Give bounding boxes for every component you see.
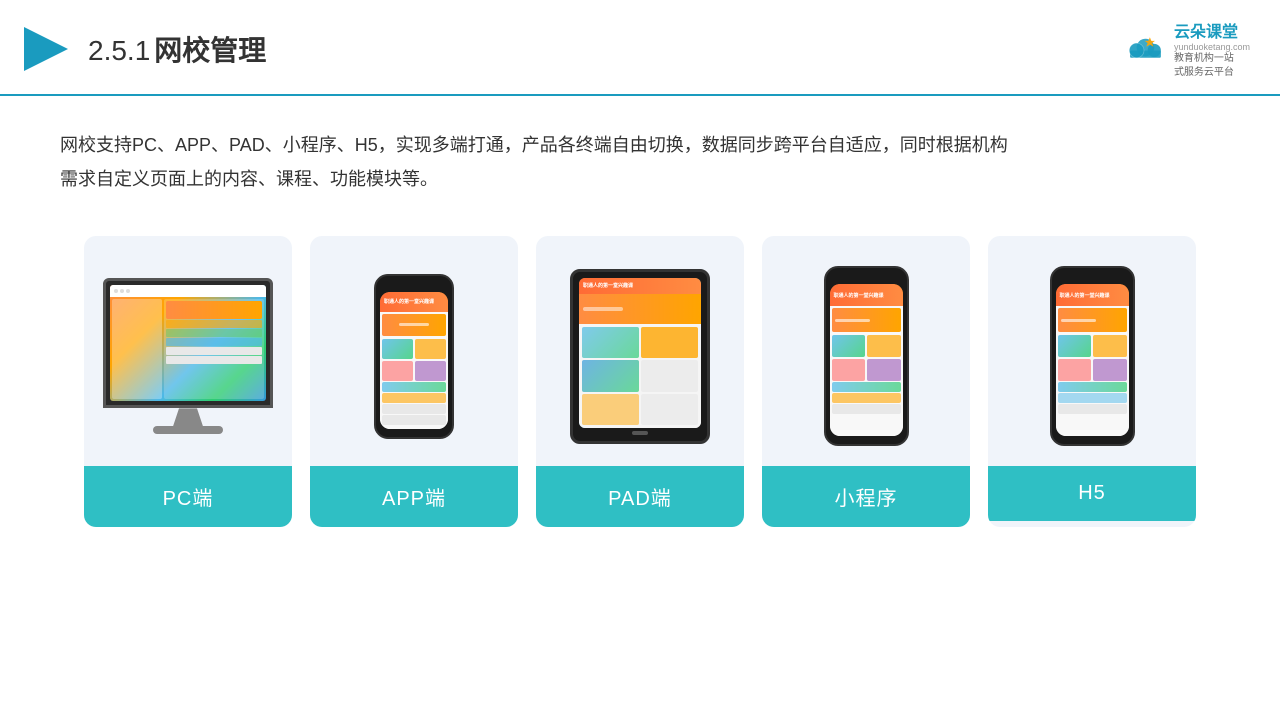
app-label: APP端 [310,466,518,527]
tablet-mockup: 职通人的第一堂兴趣课 [570,269,710,444]
description-area: 网校支持PC、APP、PAD、小程序、H5，实现多端打通，产品各终端自由切换，数… [0,96,1280,216]
tablet-home-btn [632,431,648,435]
pc-label: PC端 [84,466,292,527]
device-card-pad: 职通人的第一堂兴趣课 PAD端 [536,236,744,527]
device-cards-container: PC端 职通人的第一堂兴趣课 [0,216,1280,557]
tablet-screen: 职通人的第一堂兴趣课 [579,278,701,428]
app-image-area: 职通人的第一堂兴趣课 [310,236,518,466]
miniprogram-label: 小程序 [762,466,970,527]
phone-mockup-app: 职通人的第一堂兴趣课 [374,274,454,439]
page-title: 2.5.1网校管理 [88,29,266,69]
phone-mockup-h5: 职通人的第一堂兴趣课 [1050,266,1135,446]
device-card-h5: 职通人的第一堂兴趣课 [988,236,1196,527]
phone-screen-mini: 职通人的第一堂兴趣课 [830,284,903,436]
pc-image-area [84,236,292,466]
page-header: 2.5.1网校管理 云朵课堂 yunduoketang.com 教育机构一站 式… [0,0,1280,96]
miniprogram-image-area: 职通人的第一堂兴趣课 [762,236,970,466]
logo-area: 云朵课堂 yunduoketang.com 教育机构一站 式服务云平台 [1122,18,1250,80]
phone-notch [400,280,428,288]
phone-screen-h5: 职通人的第一堂兴趣课 [1056,284,1129,436]
device-card-app: 职通人的第一堂兴趣课 [310,236,518,527]
play-icon [20,23,72,75]
device-card-miniprogram: 职通人的第一堂兴趣课 [762,236,970,527]
h5-label: H5 [988,466,1196,521]
phone-notch-mini [852,272,880,280]
pad-image-area: 职通人的第一堂兴趣课 [536,236,744,466]
description-text-1: 网校支持PC、APP、PAD、小程序、H5，实现多端打通，产品各终端自由切换，数… [60,128,1220,162]
description-text-2: 需求自定义页面上的内容、课程、功能模块等。 [60,162,1220,196]
h5-image-area: 职通人的第一堂兴趣课 [988,236,1196,466]
logo-text: 云朵课堂 yunduoketang.com 教育机构一站 式服务云平台 [1174,18,1250,80]
phone-mockup-mini: 职通人的第一堂兴趣课 [824,266,909,446]
phone-notch-h5 [1078,272,1106,280]
device-card-pc: PC端 [84,236,292,527]
phone-screen-app: 职通人的第一堂兴趣课 [380,292,448,429]
monitor-mockup [103,278,273,434]
pad-label: PAD端 [536,466,744,527]
header-left: 2.5.1网校管理 [20,23,266,75]
cloud-logo-icon [1122,34,1166,64]
